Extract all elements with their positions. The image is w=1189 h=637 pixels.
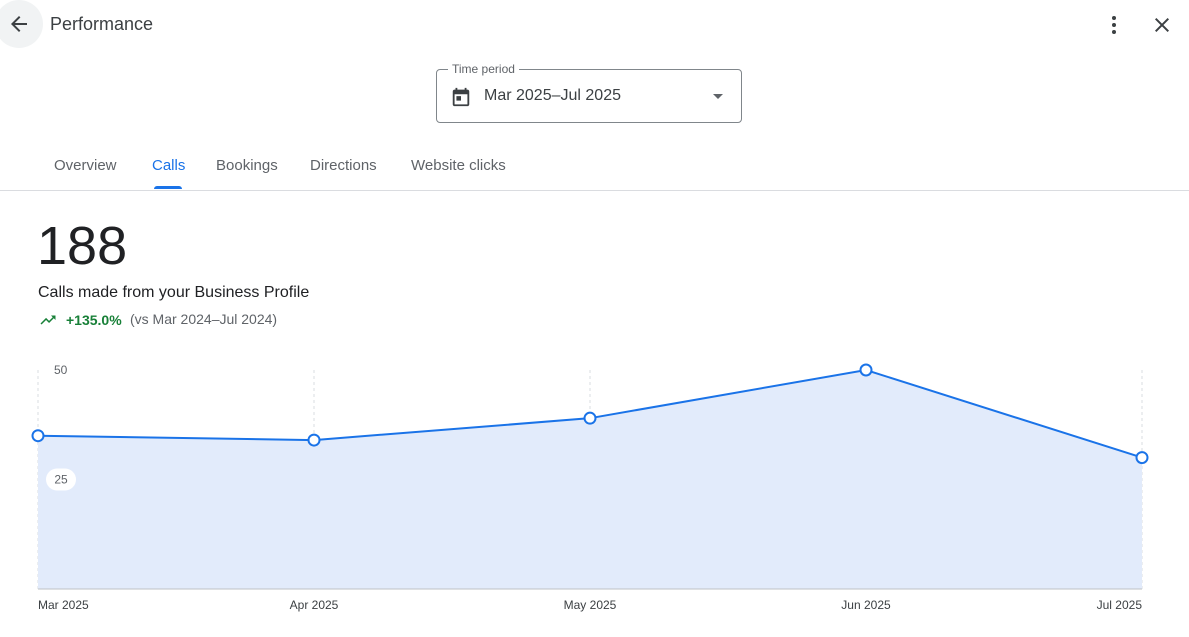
back-button[interactable]: [0, 0, 43, 48]
tab-bookings[interactable]: Bookings: [216, 157, 278, 174]
time-period-label: Time period: [448, 62, 519, 76]
tab-overview[interactable]: Overview: [54, 157, 117, 174]
close-button[interactable]: [1149, 12, 1175, 38]
y-tick-label: 25: [54, 473, 68, 487]
x-tick-label: Jun 2025: [841, 598, 891, 612]
close-icon: [1155, 18, 1169, 32]
more-options-button[interactable]: [1101, 12, 1127, 38]
metric-label: Calls made from your Business Profile: [38, 284, 310, 301]
tab-calls[interactable]: Calls: [152, 157, 185, 174]
calendar-icon: [452, 87, 470, 107]
metric-change: +135.0%: [66, 312, 122, 328]
metric-comparison: (vs Mar 2024–Jul 2024): [130, 311, 278, 327]
page-title: Performance: [50, 14, 154, 34]
tab-directions[interactable]: Directions: [310, 157, 377, 174]
top-bar: Performance: [0, 0, 1189, 50]
time-period-select[interactable]: Time period Mar 2025–Jul 2025: [436, 62, 742, 123]
tab-bar: Overview Calls Bookings Directions Websi…: [0, 144, 1189, 191]
active-tab-indicator: [154, 186, 182, 189]
x-tick-label: May 2025: [564, 598, 617, 612]
arrow-back-icon: [11, 16, 27, 32]
dropdown-arrow-icon: [713, 94, 723, 99]
data-point: [1135, 451, 1149, 465]
data-point: [859, 363, 873, 377]
calls-chart: 50 25 Mar 2025 Apr 2025 May 2025 Jun 2025 Jul …: [31, 363, 1149, 612]
more-vert-icon: [1112, 16, 1116, 34]
metric-value: 188: [37, 216, 128, 276]
data-point: [583, 411, 597, 425]
tab-website-clicks[interactable]: Website clicks: [411, 157, 506, 174]
time-period-value: Mar 2025–Jul 2025: [484, 87, 621, 104]
data-point: [307, 433, 321, 447]
trending-up-icon: [40, 315, 56, 325]
data-point: [31, 429, 45, 443]
y-tick-label: 50: [54, 363, 68, 377]
x-tick-label: Mar 2025: [38, 598, 89, 612]
x-tick-label: Apr 2025: [290, 598, 339, 612]
x-tick-label: Jul 2025: [1097, 598, 1143, 612]
